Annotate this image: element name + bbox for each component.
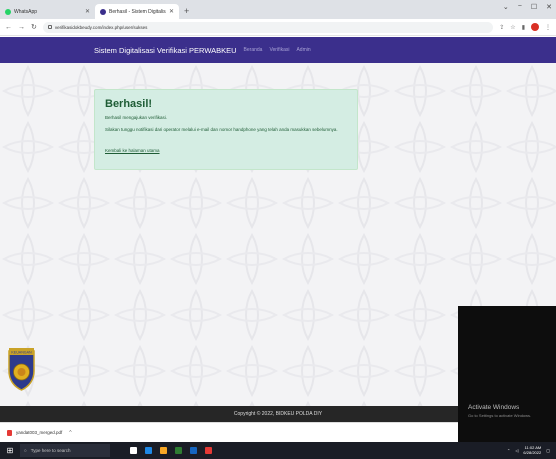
back-to-home-link[interactable]: Kembali ke halaman utama [105,148,160,153]
search-icon: ○ [24,448,27,453]
chrome-icon[interactable] [205,447,212,454]
tab-label: Berhasil - Sistem Digitalisasi Veri [109,8,166,15]
success-alert: Berhasil! Berhasil mengajukan verifikasi… [94,89,358,170]
toolbar-icons: ⇪ ☆ ▮ ⋮ [499,23,551,31]
tab-whatsapp[interactable]: WhatsApp ✕ [0,4,95,19]
menu-icon[interactable]: ⋮ [545,24,551,31]
activation-title: Activate Windows [468,404,520,411]
windows-start-icon[interactable]: ⊞ [0,446,20,455]
excel-icon[interactable] [175,447,182,454]
download-options-button[interactable]: ^ [69,430,71,436]
alert-title: Berhasil! [105,98,153,110]
download-bar: yandat003_merged.pdf ^ [0,422,458,442]
star-icon[interactable]: ☆ [510,24,515,31]
lock-icon [47,25,52,29]
url-text: verifikasidokbeudy.com/index.php/user/su… [54,24,148,30]
nav-link-verifikasi[interactable]: Verifikasi [269,47,289,53]
minimize-button[interactable]: − [518,3,522,11]
copyright-text: Copyright © 2022, BIDKEU POLDA DIY [233,411,323,417]
browser-toolbar: ← → ↻ verifikasidokbeudy.com/index.php/u… [0,19,556,36]
search-placeholder: Type here to search [30,448,71,453]
browser-tab-strip: WhatsApp ✕ Berhasil - Sistem Digitalisas… [0,0,556,19]
file-explorer-icon[interactable] [160,447,167,454]
site-favicon-icon [100,8,106,15]
activation-subtitle: Go to Settings to activate Windows. [468,413,532,418]
clock-date: 6/28/2022 [523,449,542,455]
maximize-button[interactable]: ☐ [531,3,537,11]
task-view-icon[interactable] [130,447,137,454]
speaker-icon[interactable]: ◁ [515,448,518,453]
whatsapp-icon [5,8,11,15]
address-bar[interactable]: verifikasidokbeudy.com/index.php/user/su… [42,21,494,33]
windows-activation-overlay: Activate Windows Go to Settings to activ… [458,306,556,442]
system-tray: ⌃ ◁ 11:02 AM 6/28/2022 ▢ [507,445,556,455]
download-filename[interactable]: yandat003_merged.pdf [16,430,62,435]
tab-berhasil[interactable]: Berhasil - Sistem Digitalisasi Veri ✕ [95,4,179,19]
taskbar-search[interactable]: ○ Type here to search [20,444,110,457]
pdf-file-icon [7,429,12,436]
alert-instructions: Silakan tunggu notifikasi dari operator … [105,127,338,132]
close-icon[interactable]: ✕ [169,8,174,15]
close-icon[interactable]: ✕ [85,8,90,15]
notifications-icon[interactable]: ▢ [546,448,550,453]
site-brand[interactable]: Sistem Digitalisasi Verifikasi PERWABKEU [94,46,237,55]
tab-label: WhatsApp [14,8,38,15]
nav-link-admin[interactable]: Admin [296,47,310,53]
nav-link-beranda[interactable]: Beranda [244,47,263,53]
emblem-label: KEUANGAN [11,351,32,355]
close-window-button[interactable]: ✕ [546,3,552,11]
forward-arrow-icon[interactable]: → [18,24,25,31]
profile-avatar[interactable] [531,23,539,31]
keuangan-emblem-icon: KEUANGAN [8,348,35,391]
tab-search-icon[interactable]: ⌄ [503,3,509,11]
word-icon[interactable] [190,447,197,454]
network-icon[interactable]: ⌃ [507,448,510,453]
taskbar-clock[interactable]: 11:02 AM 6/28/2022 [523,445,542,455]
reload-icon[interactable]: ↻ [31,23,37,31]
sidepanel-icon[interactable]: ▮ [522,24,525,31]
back-arrow-icon[interactable]: ← [5,24,12,31]
alert-message: Berhasil mengajukan verifikasi. [105,115,168,120]
taskbar-apps [130,447,212,454]
edge-icon[interactable] [145,447,152,454]
new-tab-button[interactable]: + [179,4,194,19]
window-controls: ⌄ − ☐ ✕ [503,3,552,11]
windows-taskbar: ⊞ ○ Type here to search ⌃ ◁ 11:02 AM 6/2… [0,442,556,459]
share-icon[interactable]: ⇪ [499,24,504,31]
site-navbar: Sistem Digitalisasi Verifikasi PERWABKEU… [0,37,556,63]
